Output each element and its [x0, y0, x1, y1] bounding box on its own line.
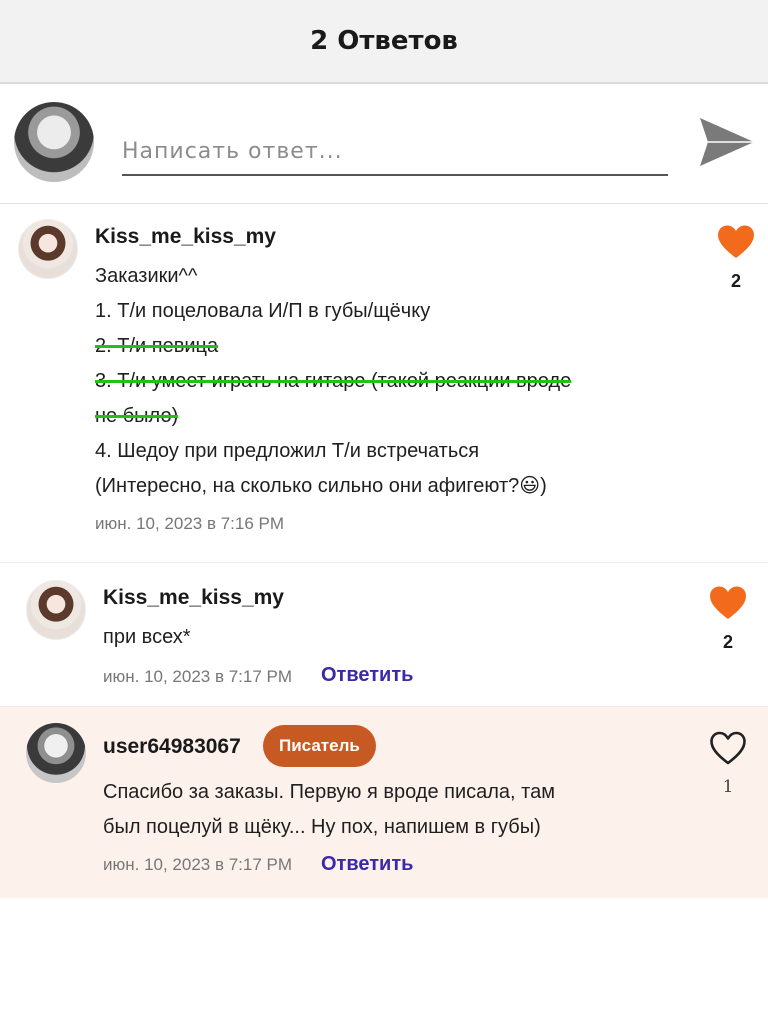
like-button[interactable]: [708, 729, 748, 769]
like-count: 2: [730, 271, 741, 291]
avatar[interactable]: [18, 219, 78, 279]
comment-text: Заказики^^ 1. Т/и поцеловала И/П в губы/…: [95, 259, 571, 504]
comment-item-highlighted: user64983067 Писатель Спасибо за заказы.…: [0, 707, 768, 898]
compose-reply: [0, 84, 768, 204]
comment-line: Заказики^^: [95, 265, 198, 287]
writer-badge: Писатель: [263, 725, 376, 767]
comment-text: при всех*: [103, 620, 191, 655]
like-count: 2: [722, 632, 733, 652]
send-icon: [700, 118, 754, 166]
comment-author[interactable]: Kiss_me_kiss_my: [95, 225, 276, 249]
avatar[interactable]: [26, 580, 86, 640]
avatar: [14, 102, 94, 182]
comment-item: Kiss_me_kiss_my при всех* июн. 10, 2023 …: [0, 564, 768, 707]
comment-line-struck: 2. Т/и певица: [95, 335, 219, 357]
like-button[interactable]: [708, 584, 748, 624]
reply-input[interactable]: [122, 114, 668, 176]
comment-line-struck: 3. Т/и умеет играть на гитаре (такой реа…: [95, 370, 572, 392]
comment-item: Kiss_me_kiss_my Заказики^^ 1. Т/и поцело…: [0, 205, 768, 563]
comment-timestamp: июн. 10, 2023 в 7:16 PM: [95, 514, 285, 533]
header-bar: 2 Ответов: [0, 0, 768, 84]
like-button[interactable]: [716, 223, 756, 263]
heart-filled-icon: [718, 225, 754, 258]
comment-author[interactable]: Kiss_me_kiss_my: [103, 586, 284, 610]
comment-timestamp: июн. 10, 2023 в 7:17 PM: [103, 855, 293, 874]
comment-line: был поцелуй в щёку... Ну пох, напишем в …: [103, 816, 541, 838]
comment-text: Спасибо за заказы. Первую я вроде писала…: [103, 775, 555, 845]
comment-timestamp: июн. 10, 2023 в 7:17 PM: [103, 667, 293, 686]
heart-filled-icon: [710, 586, 746, 619]
comment-author[interactable]: user64983067: [103, 735, 241, 759]
comment-line: Спасибо за заказы. Первую я вроде писала…: [103, 781, 555, 803]
comment-line: (Интересно, на сколько сильно они афигею…: [95, 475, 547, 497]
page-title: 2 Ответов: [310, 26, 458, 56]
send-button[interactable]: [694, 110, 758, 174]
comment-line: 4. Шедоу при предложил Т/и встречаться: [95, 440, 480, 462]
reply-link[interactable]: Ответить: [321, 853, 413, 876]
reply-link[interactable]: Ответить: [321, 664, 413, 687]
comment-line: 1. Т/и поцеловала И/П в губы/щёчку: [95, 300, 431, 322]
avatar[interactable]: [26, 723, 86, 783]
comment-line-struck: не было): [95, 405, 179, 427]
like-count: 1: [722, 777, 734, 797]
comment-line: при всех*: [103, 626, 191, 648]
heart-outline-icon: [710, 731, 746, 765]
